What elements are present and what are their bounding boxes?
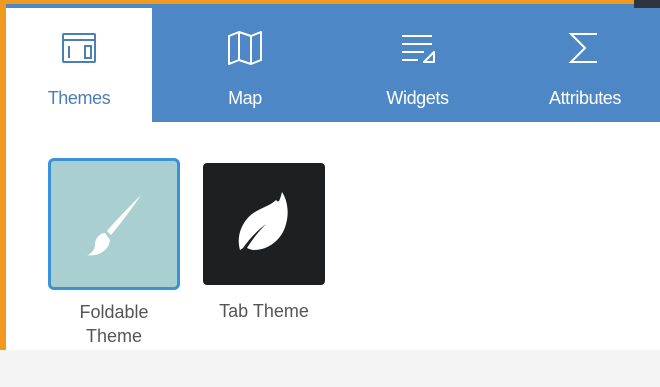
tab-attributes-label: Attributes	[548, 88, 622, 108]
paintbrush-icon	[75, 185, 155, 270]
tab-map[interactable]: Map	[170, 4, 320, 122]
panel-footer	[0, 350, 660, 387]
tab-widgets[interactable]: Widgets	[340, 4, 495, 122]
foldable-theme-label-line2: Theme	[85, 326, 143, 346]
themes-window-icon	[59, 28, 99, 73]
tab-themes[interactable]: Themes	[6, 8, 152, 124]
foldable-theme-thumbnail[interactable]	[48, 158, 180, 290]
tab-widgets-label: Widgets	[386, 88, 449, 108]
sigma-icon	[563, 28, 607, 73]
map-icon	[223, 28, 267, 73]
tab-attributes[interactable]: Attributes	[510, 4, 660, 122]
theme-card-foldable[interactable]: Foldable Theme	[48, 158, 180, 346]
widgets-list-icon	[396, 28, 440, 73]
tab-map-label: Map	[228, 88, 262, 108]
tab-theme-label: Tab Theme	[219, 301, 309, 321]
foldable-theme-label-line1: Foldable	[79, 302, 149, 322]
theme-card-tab[interactable]: Tab Theme	[203, 163, 325, 321]
tab-themes-label: Themes	[47, 88, 111, 108]
tab-theme-thumbnail[interactable]	[203, 163, 325, 285]
leaf-icon	[224, 184, 304, 269]
foldable-theme-label: Foldable Theme	[28, 300, 200, 348]
